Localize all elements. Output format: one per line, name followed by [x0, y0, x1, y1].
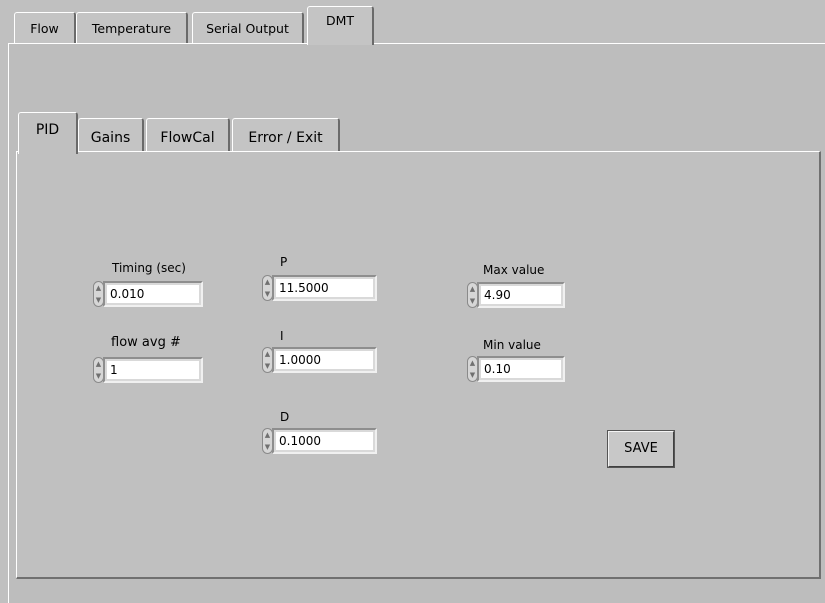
- tab-temperature[interactable]: Temperature: [76, 12, 188, 44]
- tab-dmt[interactable]: DMT: [307, 6, 374, 45]
- increment-arrow-icon[interactable]: ▲: [96, 360, 101, 368]
- increment-arrow-icon[interactable]: ▲: [470, 285, 475, 293]
- decrement-arrow-icon[interactable]: ▼: [265, 443, 270, 451]
- i-label: I: [280, 329, 284, 343]
- decrement-arrow-icon[interactable]: ▼: [96, 296, 101, 304]
- tab-flow[interactable]: Flow: [14, 12, 76, 44]
- tab-dmt-label: DMT: [325, 13, 355, 28]
- flow-avg-label: flow avg #: [111, 335, 181, 350]
- min-value-input[interactable]: 0.10: [481, 360, 561, 378]
- flow-avg-input[interactable]: 1: [107, 361, 199, 379]
- tab-pid[interactable]: PID: [18, 112, 78, 154]
- timing-label: Timing (sec): [112, 261, 186, 275]
- save-button[interactable]: SAVE: [607, 430, 675, 468]
- max-value-input[interactable]: 4.90: [481, 286, 561, 304]
- d-label: D: [280, 410, 290, 424]
- increment-arrow-icon[interactable]: ▲: [265, 278, 270, 286]
- d-input[interactable]: 0.1000: [276, 432, 373, 450]
- increment-arrow-icon[interactable]: ▲: [265, 350, 270, 358]
- p-input[interactable]: 11.5000: [276, 279, 373, 297]
- increment-arrow-icon[interactable]: ▲: [96, 284, 101, 292]
- i-input[interactable]: 1.0000: [276, 351, 373, 369]
- tab-temperature-label: Temperature: [91, 21, 172, 36]
- tab-error-exit[interactable]: Error / Exit: [232, 118, 340, 154]
- decrement-arrow-icon[interactable]: ▼: [265, 362, 270, 370]
- d-control: ▲ ▼ 0.1000: [262, 428, 377, 454]
- p-control: ▲ ▼ 11.5000: [262, 275, 377, 301]
- timing-control: ▲ ▼ 0.010: [93, 281, 203, 307]
- tab-serial-output[interactable]: Serial Output: [192, 12, 304, 44]
- p-label: P: [280, 255, 288, 269]
- tab-gains[interactable]: Gains: [78, 118, 144, 154]
- tab-error-exit-label: Error / Exit: [248, 130, 323, 146]
- increment-arrow-icon[interactable]: ▲: [265, 431, 270, 439]
- decrement-arrow-icon[interactable]: ▼: [470, 297, 475, 305]
- decrement-arrow-icon[interactable]: ▼: [470, 371, 475, 379]
- flow-avg-control: ▲ ▼ 1: [93, 357, 203, 383]
- tab-flowcal-label: FlowCal: [160, 130, 215, 146]
- max-value-control: ▲ ▼ 4.90: [467, 282, 565, 308]
- i-control: ▲ ▼ 1.0000: [262, 347, 377, 373]
- timing-input[interactable]: 0.010: [107, 285, 199, 303]
- min-value-control: ▲ ▼ 0.10: [467, 356, 565, 382]
- app-window: Flow Temperature Serial Output DMT PID G…: [0, 0, 825, 603]
- tab-pid-label: PID: [35, 122, 60, 138]
- decrement-arrow-icon[interactable]: ▼: [265, 290, 270, 298]
- tab-flowcal[interactable]: FlowCal: [146, 118, 230, 154]
- tab-flow-label: Flow: [30, 21, 59, 36]
- min-value-label: Min value: [483, 338, 541, 352]
- max-value-label: Max value: [483, 263, 545, 277]
- tab-gains-label: Gains: [90, 130, 131, 146]
- decrement-arrow-icon[interactable]: ▼: [96, 372, 101, 380]
- tab-serial-output-label: Serial Output: [206, 21, 289, 36]
- increment-arrow-icon[interactable]: ▲: [470, 359, 475, 367]
